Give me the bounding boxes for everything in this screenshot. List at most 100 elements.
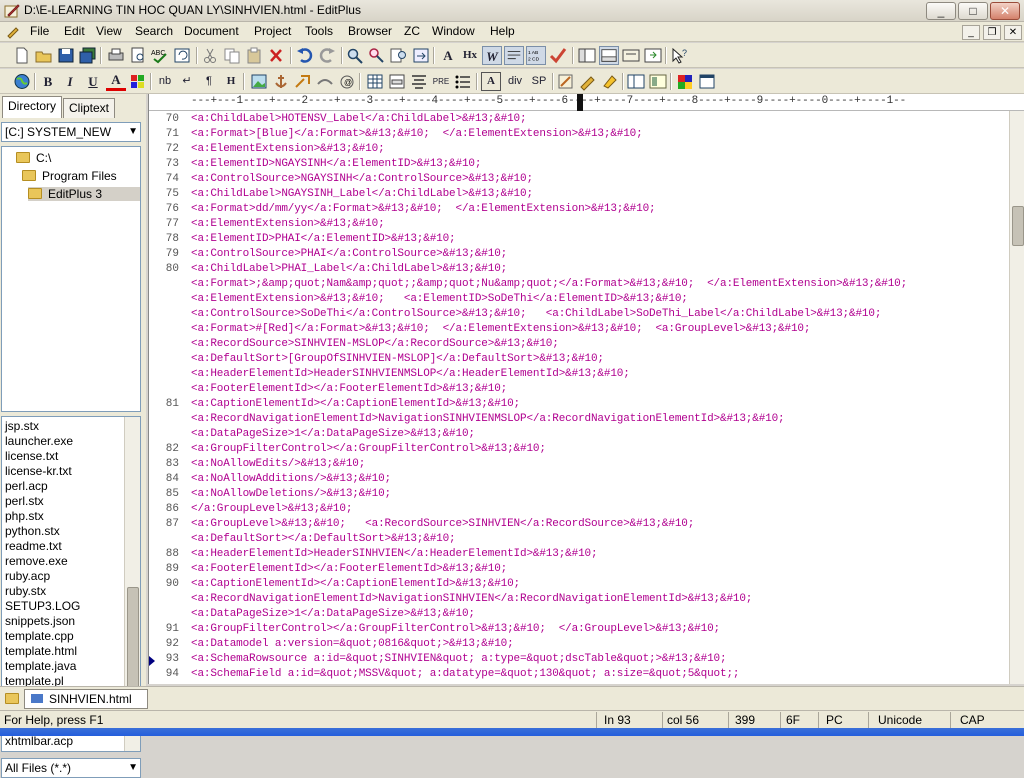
file-list-item[interactable]: template.html	[5, 644, 77, 658]
code-line[interactable]: <a:RecordNavigationElementId>NavigationS…	[191, 413, 785, 425]
image-icon[interactable]	[249, 72, 269, 91]
align-center-icon[interactable]	[409, 72, 429, 91]
frames-icon[interactable]	[626, 72, 646, 91]
menu-browser[interactable]: Browser	[348, 24, 392, 38]
file-list-item[interactable]: snippets.json	[5, 614, 75, 628]
word-wrap-toggle[interactable]: W	[482, 46, 502, 65]
find-in-files-icon[interactable]	[389, 46, 409, 65]
code-line[interactable]: <a:DefaultSort></a:DefaultSort>&#13;&#10…	[191, 533, 456, 545]
code-line[interactable]: <a:ChildLabel>PHAI_Label</a:ChildLabel>&…	[191, 263, 507, 275]
code-line[interactable]: <a:Format>dd/mm/yy</a:Format>&#13;&#10; …	[191, 203, 656, 215]
copy-icon[interactable]	[222, 46, 242, 65]
font-icon[interactable]: A	[438, 46, 458, 65]
refresh-icon[interactable]	[172, 46, 192, 65]
save-icon[interactable]	[56, 46, 76, 65]
code-line[interactable]: <a:DefaultSort>[GroupOfSINHVIEN-MSLOP]</…	[191, 353, 604, 365]
file-list-item[interactable]: ruby.stx	[5, 584, 46, 598]
script-icon[interactable]	[556, 72, 576, 91]
open-folder-icon[interactable]	[34, 46, 54, 65]
folder-item[interactable]: Program Files	[22, 169, 117, 183]
file-list-item[interactable]: SETUP3.LOG	[5, 599, 80, 613]
paragraph-button[interactable]: ¶	[199, 72, 219, 91]
menu-tools[interactable]: Tools	[305, 24, 333, 38]
document-tab-sinhvien[interactable]: SINHVIEN.html	[24, 689, 148, 709]
code-line[interactable]: <a:ElementID>PHAI</a:ElementID>&#13;&#10…	[191, 233, 456, 245]
check-icon[interactable]	[548, 46, 568, 65]
code-line[interactable]: <a:GroupFilterControl></a:GroupFilterCon…	[191, 623, 720, 635]
directory-window-icon[interactable]	[577, 46, 597, 65]
folder-item[interactable]: C:\	[16, 151, 51, 165]
tab-directory[interactable]: Directory	[2, 96, 63, 118]
globe-browser-icon[interactable]	[12, 72, 32, 91]
folder-icon[interactable]	[5, 693, 19, 704]
code-line[interactable]: <a:ElementExtension>&#13;&#10; <a:Elemen…	[191, 293, 688, 305]
user-toolbar-icon[interactable]	[621, 46, 641, 65]
code-line[interactable]: <a:FooterElementId></a:FooterElementId>&…	[191, 563, 507, 575]
heading-x-icon[interactable]: Hx	[460, 46, 480, 65]
file-list-item[interactable]: license.txt	[5, 449, 58, 463]
code-line[interactable]: <a:ChildLabel>NGAYSINH_Label</a:ChildLab…	[191, 188, 533, 200]
file-list-item[interactable]: template.cpp	[5, 629, 74, 643]
goto-line-icon[interactable]	[411, 46, 431, 65]
code-line[interactable]: <a:NoAllowEdits/>&#13;&#10;	[191, 458, 365, 470]
horizontal-rule-icon[interactable]	[315, 72, 335, 91]
code-line[interactable]: <a:NoAllowDeletions/>&#13;&#10;	[191, 488, 391, 500]
list-icon[interactable]	[453, 72, 473, 91]
menu-help[interactable]: Help	[490, 24, 515, 38]
menu-edit[interactable]: Edit	[64, 24, 85, 38]
close-button[interactable]: ✕	[990, 2, 1020, 20]
file-list-item[interactable]: xhtmlbar.acp	[5, 734, 73, 748]
color-grid-icon[interactable]	[128, 72, 148, 91]
mdi-minimize-button[interactable]: _	[962, 25, 980, 40]
code-line[interactable]: <a:DataPageSize>1</a:DataPageSize>&#13;&…	[191, 608, 475, 620]
code-line[interactable]: <a:Format>#[Red]</a:Format>&#13;&#10; </…	[191, 323, 810, 335]
file-list-item[interactable]: template.java	[5, 659, 76, 673]
code-line[interactable]: <a:CaptionElementId></a:CaptionElementId…	[191, 578, 520, 590]
file-list-item[interactable]: license-kr.txt	[5, 464, 72, 478]
undo-icon[interactable]	[295, 46, 315, 65]
italic-button[interactable]: I	[60, 72, 80, 91]
marker-icon[interactable]	[600, 72, 620, 91]
file-list-item[interactable]: python.stx	[5, 524, 60, 538]
pencil-edit-icon[interactable]	[578, 72, 598, 91]
code-line[interactable]: <a:RecordNavigationElementId>NavigationS…	[191, 593, 752, 605]
file-list-item[interactable]: launcher.exe	[5, 434, 73, 448]
nbsp-button[interactable]: nb	[155, 72, 175, 91]
cut-icon[interactable]	[200, 46, 220, 65]
code-line[interactable]: <a:HeaderElementId>HeaderSINHVIENMSLOP</…	[191, 368, 630, 380]
layout-icon[interactable]	[648, 72, 668, 91]
mdi-restore-button[interactable]: ❐	[983, 25, 1001, 40]
folder-item-selected[interactable]: EditPlus 3	[28, 187, 140, 201]
file-list-item[interactable]: jsp.stx	[5, 419, 39, 433]
menu-view[interactable]: View	[96, 24, 122, 38]
output-window-icon[interactable]	[599, 46, 619, 65]
browser-view-icon[interactable]	[643, 46, 663, 65]
drive-select[interactable]: [C:] SYSTEM_NEW ▼	[1, 122, 141, 142]
code-line[interactable]: <a:HeaderElementId>HeaderSINHVIEN</a:Hea…	[191, 548, 598, 560]
ruler-toggle-icon[interactable]: 1 AB2 CD	[526, 46, 546, 65]
minimize-button[interactable]: _	[926, 2, 956, 20]
redo-icon[interactable]	[317, 46, 337, 65]
code-line[interactable]: <a:Format>;&amp;quot;Nam&amp;quot;;&amp;…	[191, 278, 907, 290]
code-line[interactable]: <a:Datamodel a:version=&quot;0816&quot;>…	[191, 638, 514, 650]
hyperlink-icon[interactable]	[293, 72, 313, 91]
code-line[interactable]: <a:ControlSource>SoDeThi</a:ControlSourc…	[191, 308, 881, 320]
maximize-button[interactable]: □	[958, 2, 988, 20]
file-list-item[interactable]: perl.stx	[5, 494, 44, 508]
file-list-item[interactable]: remove.exe	[5, 554, 68, 568]
code-line[interactable]: <a:ElementID>NGAYSINH</a:ElementID>&#13;…	[191, 158, 481, 170]
editor-scrollbar[interactable]	[1009, 111, 1024, 684]
font-color-button[interactable]: A	[106, 72, 126, 91]
heading-button[interactable]: H	[221, 72, 241, 91]
find-icon[interactable]	[345, 46, 365, 65]
div-button[interactable]: div	[503, 72, 527, 91]
menu-file[interactable]: File	[30, 24, 49, 38]
code-line[interactable]: <a:GroupLevel>&#13;&#10; <a:RecordSource…	[191, 518, 694, 530]
delete-icon[interactable]	[266, 46, 286, 65]
special-char-icon[interactable]: @	[337, 72, 357, 91]
code-line[interactable]: </a:GroupLevel>&#13;&#10;	[191, 503, 352, 515]
anchor-icon[interactable]	[271, 72, 291, 91]
save-all-icon[interactable]	[78, 46, 98, 65]
paste-icon[interactable]	[244, 46, 264, 65]
code-line[interactable]: <a:GroupFilterControl></a:GroupFilterCon…	[191, 443, 546, 455]
